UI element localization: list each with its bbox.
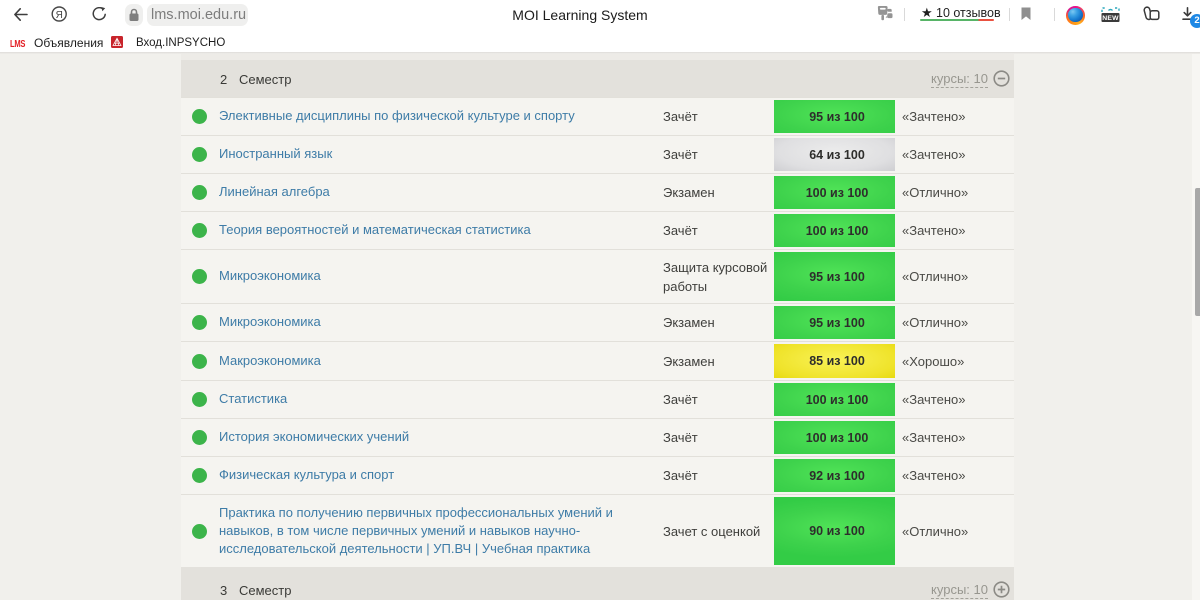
svg-text:Я: Я: [56, 10, 63, 21]
svg-text:NEW: NEW: [1102, 15, 1119, 22]
